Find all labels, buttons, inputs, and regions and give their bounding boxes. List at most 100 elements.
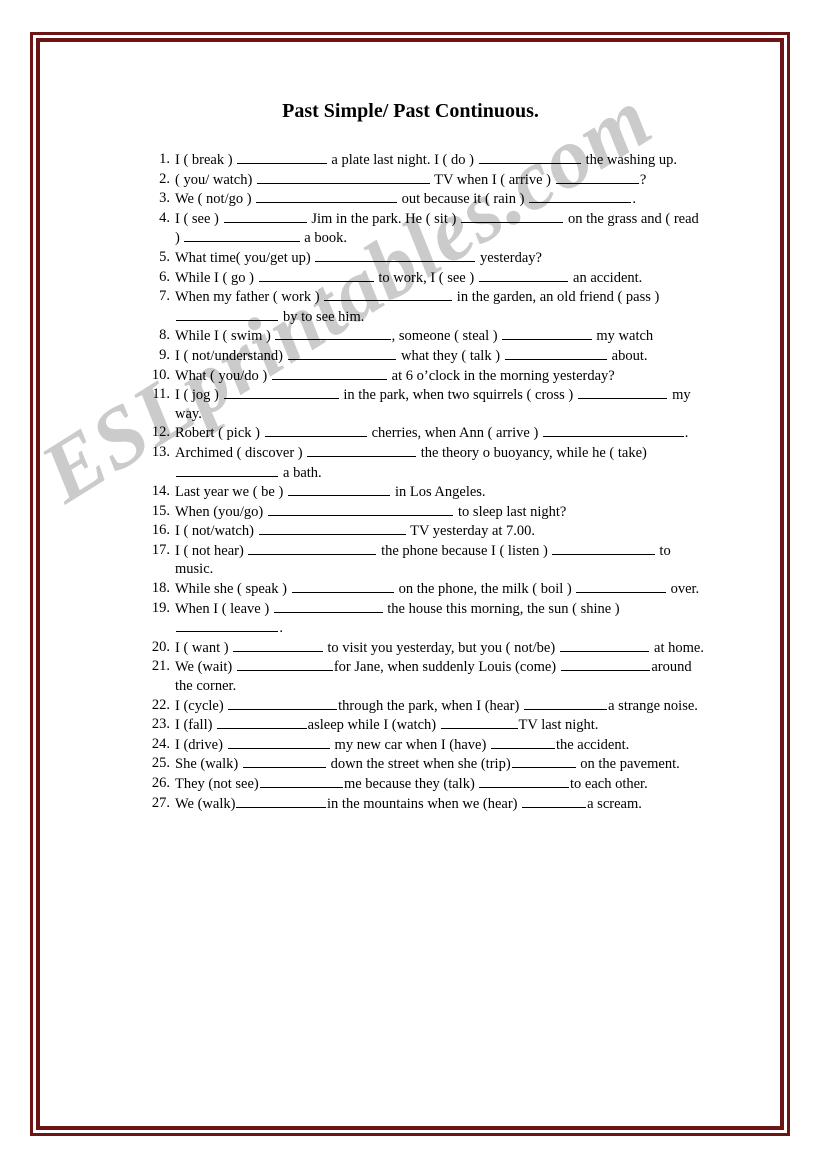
answer-blank[interactable]	[576, 579, 666, 594]
exercise-text: I ( jog ) in the park, when two squirrel…	[175, 385, 691, 422]
exercise-text: What ( you/do ) at 6 o’clock in the morn…	[175, 366, 615, 384]
exercise-text: We ( not/go ) out because it ( rain ) .	[175, 189, 637, 208]
answer-blank[interactable]	[478, 268, 569, 282]
answer-blank[interactable]	[552, 541, 655, 555]
exercise-number: 23.	[151, 716, 170, 733]
exercise-number: 7.	[159, 288, 170, 305]
exercise-item: 12. Robert ( pick ) cherries, when Ann ( …	[148, 423, 704, 443]
exercise-number: 1.	[159, 151, 170, 167]
exercise-number: 12.	[151, 424, 170, 441]
answer-blank[interactable]	[523, 696, 608, 710]
exercise-text: When my father ( work ) in the garden, a…	[175, 287, 660, 325]
exercise-text: I ( see ) Jim in the park. He ( sit ) on…	[175, 209, 699, 247]
answer-blank[interactable]	[267, 502, 454, 516]
answer-blank[interactable]	[460, 209, 564, 223]
exercise-text: I (cycle) through the park, when I (hear…	[175, 696, 698, 714]
exercise-item: 25. She (walk) down the street when she (…	[148, 754, 704, 774]
answer-blank[interactable]	[522, 794, 587, 808]
answer-blank[interactable]	[176, 618, 279, 633]
answer-blank[interactable]	[217, 715, 307, 730]
answer-blank[interactable]	[307, 443, 417, 457]
exercise-text: We (wait) for Jane, when suddenly Louis …	[175, 657, 692, 695]
answer-blank[interactable]	[233, 638, 323, 652]
exercise-item: 21. We (wait) for Jane, when suddenly Lou…	[148, 657, 704, 695]
answer-blank[interactable]	[237, 150, 327, 164]
exercise-number: 27.	[151, 794, 170, 811]
answer-blank[interactable]	[529, 189, 632, 204]
exercise-number: 4.	[159, 209, 170, 226]
answer-blank[interactable]	[264, 423, 367, 438]
exercise-item: 24. I (drive) my new car when I (have) th…	[148, 735, 704, 755]
answer-blank[interactable]	[223, 385, 339, 400]
answer-blank[interactable]	[315, 248, 476, 262]
exercise-number: 24.	[151, 735, 170, 752]
exercise-item: 26. They (not see) me because they (talk) …	[148, 774, 704, 794]
answer-blank[interactable]	[184, 228, 300, 243]
exercise-text: I ( want ) to visit you yesterday, but y…	[175, 638, 704, 656]
answer-blank[interactable]	[256, 189, 397, 204]
answer-blank[interactable]	[291, 579, 394, 594]
answer-blank[interactable]	[479, 774, 569, 788]
answer-blank[interactable]	[287, 482, 391, 497]
answer-blank[interactable]	[542, 423, 684, 438]
exercise-number: 9.	[159, 346, 170, 363]
exercise-item: 4. I ( see ) Jim in the park. He ( sit ) …	[148, 209, 704, 248]
answer-blank[interactable]	[324, 287, 453, 302]
exercise-text: I ( not hear) the phone because I ( list…	[175, 541, 671, 578]
exercise-number: 20.	[151, 638, 170, 655]
answer-blank[interactable]	[258, 268, 374, 282]
exercise-number: 5.	[159, 248, 170, 265]
answer-blank[interactable]	[259, 774, 343, 788]
answer-blank[interactable]	[258, 521, 406, 536]
exercise-list: 1. I ( break ) a plate last night. I ( do…	[148, 150, 704, 813]
exercise-item: 20. I ( want ) to visit you yesterday, bu…	[148, 638, 704, 658]
answer-blank[interactable]	[242, 754, 327, 769]
answer-blank[interactable]	[490, 735, 555, 749]
answer-blank[interactable]	[287, 346, 397, 360]
answer-blank[interactable]	[577, 385, 668, 400]
answer-blank[interactable]	[236, 794, 327, 808]
exercise-text: I (drive) my new car when I (have) the a…	[175, 735, 630, 753]
answer-blank[interactable]	[256, 170, 430, 184]
exercise-text: I (fall) asleep while I (watch) TV last …	[175, 715, 599, 734]
answer-blank[interactable]	[560, 657, 651, 672]
answer-blank[interactable]	[440, 715, 518, 730]
answer-blank[interactable]	[248, 541, 377, 555]
exercise-number: 21.	[151, 658, 170, 675]
exercise-text: Last year we ( be ) in Los Angeles.	[175, 482, 486, 501]
exercise-item: 13. Archimed ( discover ) the theory o bu…	[148, 443, 704, 482]
exercise-item: 14. Last year we ( be ) in Los Angeles.	[148, 482, 704, 502]
exercise-text: Archimed ( discover ) the theory o buoya…	[175, 443, 647, 481]
exercise-number: 26.	[151, 775, 170, 791]
exercise-item: 1. I ( break ) a plate last night. I ( do…	[148, 150, 704, 170]
exercise-text: What time( you/get up) yesterday?	[175, 248, 542, 266]
answer-blank[interactable]	[176, 463, 279, 477]
exercise-text: I ( not/watch) TV yesterday at 7.00.	[175, 521, 536, 540]
exercise-number: 14.	[151, 483, 170, 500]
exercise-number: 19.	[151, 599, 170, 616]
answer-blank[interactable]	[228, 696, 338, 710]
answer-blank[interactable]	[273, 599, 383, 613]
exercise-item: 18. While she ( speak ) on the phone, the…	[148, 579, 704, 599]
answer-blank[interactable]	[502, 326, 592, 341]
exercise-number: 17.	[151, 541, 170, 558]
answer-blank[interactable]	[236, 657, 333, 672]
answer-blank[interactable]	[223, 209, 307, 223]
answer-blank[interactable]	[504, 346, 608, 360]
answer-blank[interactable]	[555, 170, 639, 184]
exercise-text: When (you/go) to sleep last night?	[175, 502, 567, 520]
exercise-item: 16. I ( not/watch) TV yesterday at 7.00.	[148, 521, 704, 541]
exercise-item: 2. ( you/ watch) TV when I ( arrive ) ?	[148, 170, 704, 190]
answer-blank[interactable]	[559, 638, 650, 652]
exercise-text: We (walk) in the mountains when we (hear)…	[175, 794, 642, 812]
answer-blank[interactable]	[275, 326, 391, 341]
answer-blank[interactable]	[227, 735, 330, 749]
exercise-text: While I ( go ) to work, I ( see ) an acc…	[175, 268, 643, 286]
answer-blank[interactable]	[511, 754, 576, 769]
answer-blank[interactable]	[271, 366, 388, 380]
exercise-number: 10.	[151, 366, 170, 383]
answer-blank[interactable]	[478, 150, 581, 164]
exercise-text: While I ( swim ) , someone ( steal ) my …	[175, 326, 654, 345]
exercise-text: They (not see) me because they (talk) to …	[175, 774, 648, 792]
answer-blank[interactable]	[176, 307, 279, 321]
